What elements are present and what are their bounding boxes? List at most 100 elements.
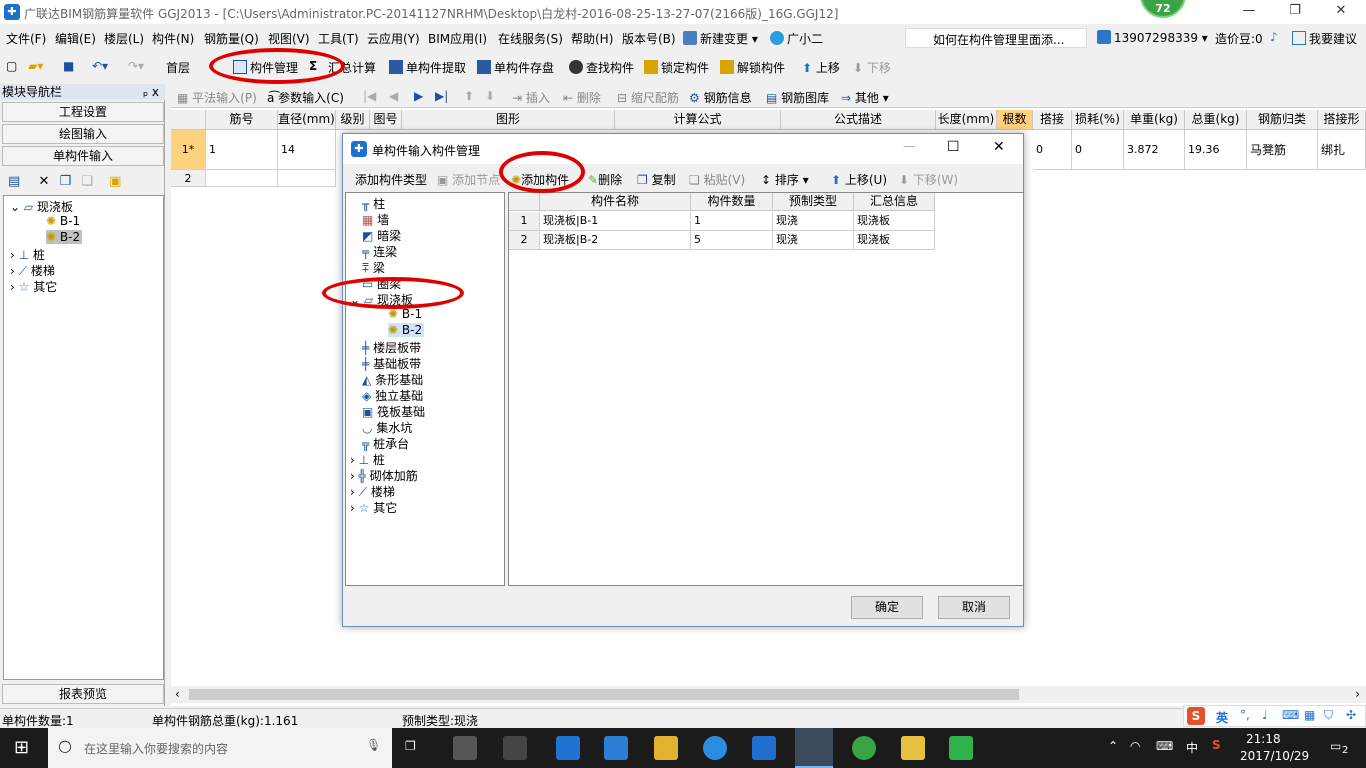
delete-button[interactable]: ⇤ 删除: [563, 89, 601, 106]
rebar-lib-button[interactable]: ▤ 钢筋图库: [766, 89, 829, 106]
grid-header[interactable]: 筋号: [206, 110, 278, 130]
keyboard-icon[interactable]: ⌨: [1156, 739, 1173, 753]
menu-tools[interactable]: 工具(T): [318, 30, 359, 47]
list-header[interactable]: 预制类型: [773, 193, 854, 211]
nav-paste-icon[interactable]: ❏: [81, 174, 93, 189]
green-app-icon[interactable]: [852, 736, 876, 760]
tray-up-icon[interactable]: ⌃: [1108, 739, 1118, 753]
rebar-info-button[interactable]: ⚙ 钢筋信息: [689, 89, 752, 106]
tree-floor-band[interactable]: ╪ 楼层板带: [362, 339, 421, 356]
taskbar-search[interactable]: ○ 在这里输入你要搜索的内容 🎙: [48, 728, 392, 768]
nav-tree-other[interactable]: › ☆ 其它: [10, 278, 57, 295]
redo-icon[interactable]: ↷▾: [128, 59, 144, 73]
unlock-button[interactable]: 解锁构件: [720, 59, 785, 76]
menu-bim[interactable]: BIM应用(I): [428, 30, 487, 47]
add-node-button[interactable]: ▣ 添加节点: [437, 171, 500, 188]
store-button[interactable]: 单构件存盘: [477, 59, 554, 76]
close-button[interactable]: ✕: [1318, 0, 1364, 24]
tree-pile[interactable]: › ⊥ 桩: [350, 451, 385, 468]
menu-help[interactable]: 帮助(H): [571, 30, 613, 47]
menu-guangxiaoer[interactable]: 广小二: [770, 30, 823, 47]
param-input-button[interactable]: a͡ 参数输入(C): [267, 89, 344, 106]
menu-cloud[interactable]: 云应用(Y): [367, 30, 420, 47]
ime-indicator[interactable]: 中: [1186, 739, 1198, 756]
shirt-icon[interactable]: ⛉: [1324, 708, 1333, 723]
menu-version[interactable]: 版本号(B): [622, 30, 676, 47]
tree-sump[interactable]: ◡ 集水坑: [362, 419, 412, 436]
hint-box[interactable]: 如何在构件管理里面添...: [905, 28, 1087, 48]
save-icon[interactable]: ■: [63, 59, 74, 73]
open-folder-icon[interactable]: ▰▾: [28, 59, 43, 73]
windows-start-icon[interactable]: ⊞: [14, 737, 29, 758]
dialog-copy-button[interactable]: ❐ 复制: [637, 171, 676, 188]
insert-button[interactable]: ⇥ 插入: [512, 89, 550, 106]
grid-header[interactable]: 图形: [402, 110, 615, 130]
voice-icon[interactable]: ♩: [1262, 708, 1268, 722]
next-record-icon[interactable]: ▶: [414, 89, 423, 103]
ie-icon[interactable]: [703, 736, 727, 760]
nav-project-settings[interactable]: 工程设置: [2, 102, 164, 122]
menu-view[interactable]: 视图(V): [268, 30, 310, 47]
move-down-button[interactable]: ⬇ 下移: [853, 59, 891, 76]
ok-button[interactable]: 确定: [851, 596, 923, 619]
row-down-icon[interactable]: ⬇: [485, 89, 495, 103]
tree-beam[interactable]: ⩱ 梁: [362, 259, 385, 276]
clock-time[interactable]: 21:18: [1246, 732, 1281, 746]
ime-lang[interactable]: 英: [1216, 709, 1228, 726]
notes-app-icon[interactable]: [901, 736, 925, 760]
nav-tree-b2[interactable]: ✺ B-2: [46, 230, 83, 244]
menu-floor[interactable]: 楼层(L): [104, 30, 144, 47]
tree-other[interactable]: › ☆ 其它: [350, 499, 397, 516]
grid-header[interactable]: 级别: [336, 110, 370, 130]
nav-tree-b1[interactable]: ✺ B-1: [46, 214, 80, 228]
dialog-sort-button[interactable]: ↕ 排序 ▾: [761, 171, 809, 188]
grid-header[interactable]: 直径(mm): [278, 110, 336, 130]
cancel-button[interactable]: 取消: [938, 596, 1010, 619]
minimize-button[interactable]: —: [1226, 0, 1272, 24]
sogou-logo-icon[interactable]: S: [1187, 707, 1205, 725]
dialog-up-button[interactable]: ⬆ 上移(U): [831, 171, 887, 188]
dialog-paste-button[interactable]: ❏ 粘贴(V): [689, 171, 745, 188]
grid-header[interactable]: 总重(kg): [1185, 110, 1247, 130]
tree-slab-b1[interactable]: ✺ B-1: [388, 307, 422, 321]
pin-icon[interactable]: ₚ x: [143, 84, 159, 100]
suggest-link[interactable]: 我要建议: [1292, 30, 1357, 47]
menu-file[interactable]: 文件(F): [6, 30, 46, 47]
tree-link-beam[interactable]: ╤ 连梁: [362, 243, 397, 260]
undo-icon[interactable]: ↶▾: [92, 59, 108, 73]
other-button[interactable]: ⇒ 其他 ▾: [841, 89, 889, 106]
tree-isolated-foundation[interactable]: ◈ 独立基础: [362, 387, 423, 404]
nav-tree-pile[interactable]: › ⊥ 桩: [10, 246, 45, 263]
menu-component[interactable]: 构件(N): [152, 30, 194, 47]
tree-masonry[interactable]: › ╬ 砌体加筋: [350, 467, 418, 484]
sogou-icon[interactable]: S: [1212, 738, 1221, 752]
punct-icon[interactable]: °,: [1240, 708, 1250, 722]
glodon-g-icon[interactable]: [752, 736, 776, 760]
grid-header[interactable]: 图号: [370, 110, 402, 130]
list-header[interactable]: 汇总信息: [854, 193, 935, 211]
horizontal-scrollbar[interactable]: ‹ ›: [171, 686, 1366, 703]
grid-header[interactable]: 搭接: [1033, 110, 1072, 130]
nav-copy-icon[interactable]: ❐: [59, 174, 71, 189]
restore-button[interactable]: ❐: [1272, 0, 1318, 24]
ime-keyboard-icon[interactable]: ⌨: [1282, 708, 1299, 722]
edge-icon[interactable]: [556, 736, 580, 760]
green-square-icon[interactable]: [949, 736, 973, 760]
tools-icon[interactable]: ✣: [1346, 708, 1356, 722]
nav-tree-stairs[interactable]: › ⟋ 楼梯: [10, 262, 55, 279]
fan-app-icon[interactable]: [453, 736, 477, 760]
nav-delete-icon[interactable]: ✕: [38, 174, 49, 189]
extract-button[interactable]: 单构件提取: [389, 59, 466, 76]
grid-header[interactable]: 长度(mm): [936, 110, 997, 130]
scroll-right-icon[interactable]: ›: [1355, 687, 1360, 701]
nav-tree-slab[interactable]: ⌄ ▱ 现浇板: [10, 198, 73, 215]
new-file-icon[interactable]: ▢: [6, 59, 17, 73]
nav-drawing-input[interactable]: 绘图输入: [2, 124, 164, 144]
tree-stairs[interactable]: › ⟋ 楼梯: [350, 483, 395, 500]
tree-hidden-beam[interactable]: ◩ 暗梁: [362, 227, 401, 244]
grid-header[interactable]: 钢筋归类: [1247, 110, 1318, 130]
grid-header[interactable]: 单重(kg): [1124, 110, 1185, 130]
grid-header[interactable]: 搭接形: [1318, 110, 1366, 130]
bell-icon[interactable]: ♪: [1270, 30, 1278, 44]
user-account[interactable]: 13907298339 ▾: [1097, 30, 1208, 45]
